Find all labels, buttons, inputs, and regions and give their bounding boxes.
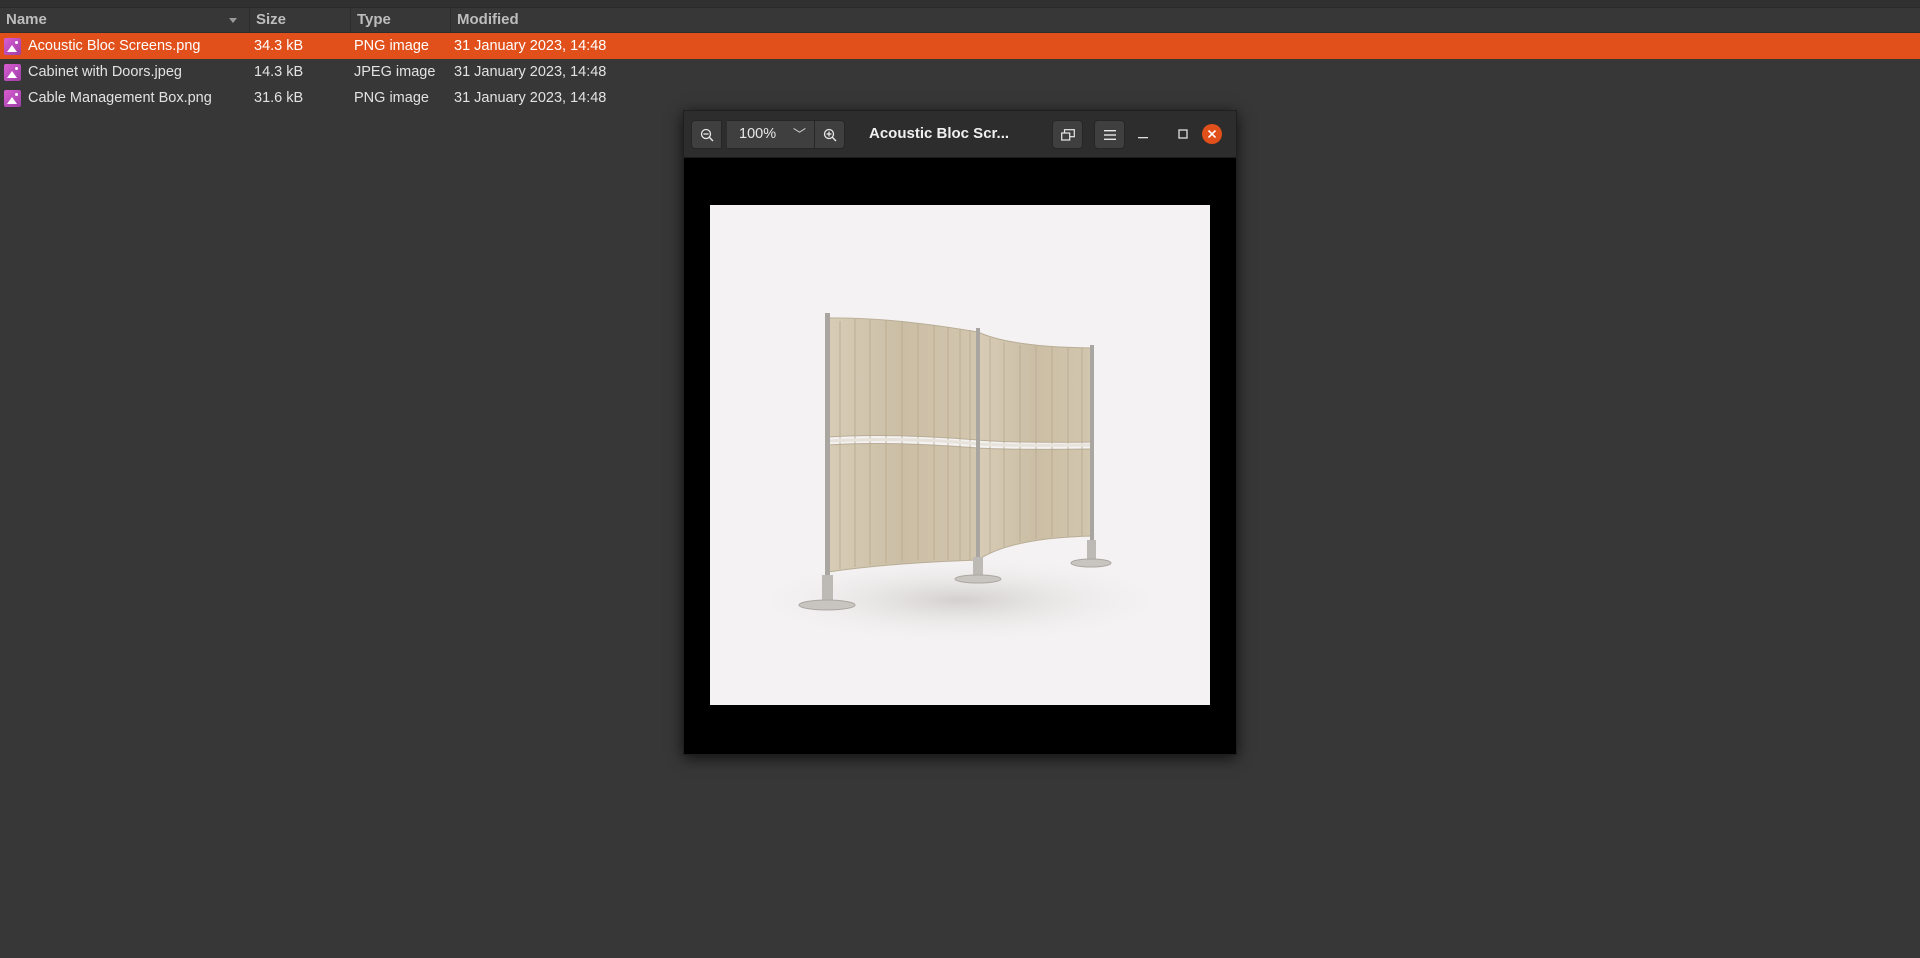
column-header-row: Name Size Type Modified <box>0 7 1920 33</box>
file-modified: 31 January 2023, 14:48 <box>454 90 607 106</box>
viewer-titlebar[interactable]: 100% ﹀ Acoustic Bloc Scr... <box>684 111 1236 158</box>
displayed-image <box>710 205 1210 705</box>
file-name: Cable Management Box.png <box>28 90 212 106</box>
zoom-level-dropdown[interactable]: 100% ﹀ <box>727 120 814 149</box>
file-size: 34.3 kB <box>254 38 304 54</box>
file-type: PNG image <box>354 38 429 54</box>
view-mode-button[interactable] <box>1052 120 1083 149</box>
file-name: Acoustic Bloc Screens.png <box>28 38 201 54</box>
file-type: JPEG image <box>354 64 436 80</box>
file-type: PNG image <box>354 90 429 106</box>
maximize-icon <box>1178 129 1188 139</box>
column-header-modified[interactable]: Modified <box>450 7 650 32</box>
file-size: 31.6 kB <box>254 90 304 106</box>
maximize-button[interactable] <box>1173 124 1193 144</box>
file-modified: 31 January 2023, 14:48 <box>454 38 607 54</box>
column-header-size[interactable]: Size <box>249 7 350 32</box>
file-modified: 31 January 2023, 14:48 <box>454 64 607 80</box>
file-row[interactable]: Cable Management Box.png 31.6 kB PNG ima… <box>0 85 1920 111</box>
column-header-type[interactable]: Type <box>350 7 450 32</box>
zoom-out-button[interactable] <box>691 120 722 149</box>
file-list: Name Size Type Modified Acoustic Bloc Sc… <box>0 7 1920 111</box>
image-file-icon <box>4 64 21 81</box>
image-file-icon <box>4 90 21 107</box>
zoom-in-button[interactable] <box>814 120 845 149</box>
chevron-down-icon: ﹀ <box>793 127 807 142</box>
column-name-label: Name <box>6 11 47 28</box>
file-name: Cabinet with Doors.jpeg <box>28 64 182 80</box>
acoustic-screen-image <box>710 205 1210 705</box>
zoom-out-icon <box>700 128 713 142</box>
hamburger-menu-icon <box>1103 130 1116 140</box>
image-file-icon <box>4 38 21 55</box>
file-size: 14.3 kB <box>254 64 304 80</box>
minimize-icon <box>1138 137 1148 139</box>
main-menu-button[interactable] <box>1094 120 1125 149</box>
file-row[interactable]: Cabinet with Doors.jpeg 14.3 kB JPEG ima… <box>0 59 1920 85</box>
zoom-level-value: 100% <box>739 126 777 142</box>
sort-descending-icon <box>229 18 237 23</box>
close-button[interactable] <box>1202 124 1222 144</box>
minimize-button[interactable] <box>1133 124 1153 144</box>
window-mode-icon <box>1060 129 1075 141</box>
column-header-name[interactable]: Name <box>0 7 249 32</box>
close-icon <box>1207 129 1217 139</box>
file-row[interactable]: Acoustic Bloc Screens.png 34.3 kB PNG im… <box>0 33 1920 59</box>
viewer-title: Acoustic Bloc Scr... <box>869 125 1010 142</box>
image-viewer-window: 100% ﹀ Acoustic Bloc Scr... <box>683 110 1237 755</box>
zoom-in-icon <box>823 128 836 142</box>
